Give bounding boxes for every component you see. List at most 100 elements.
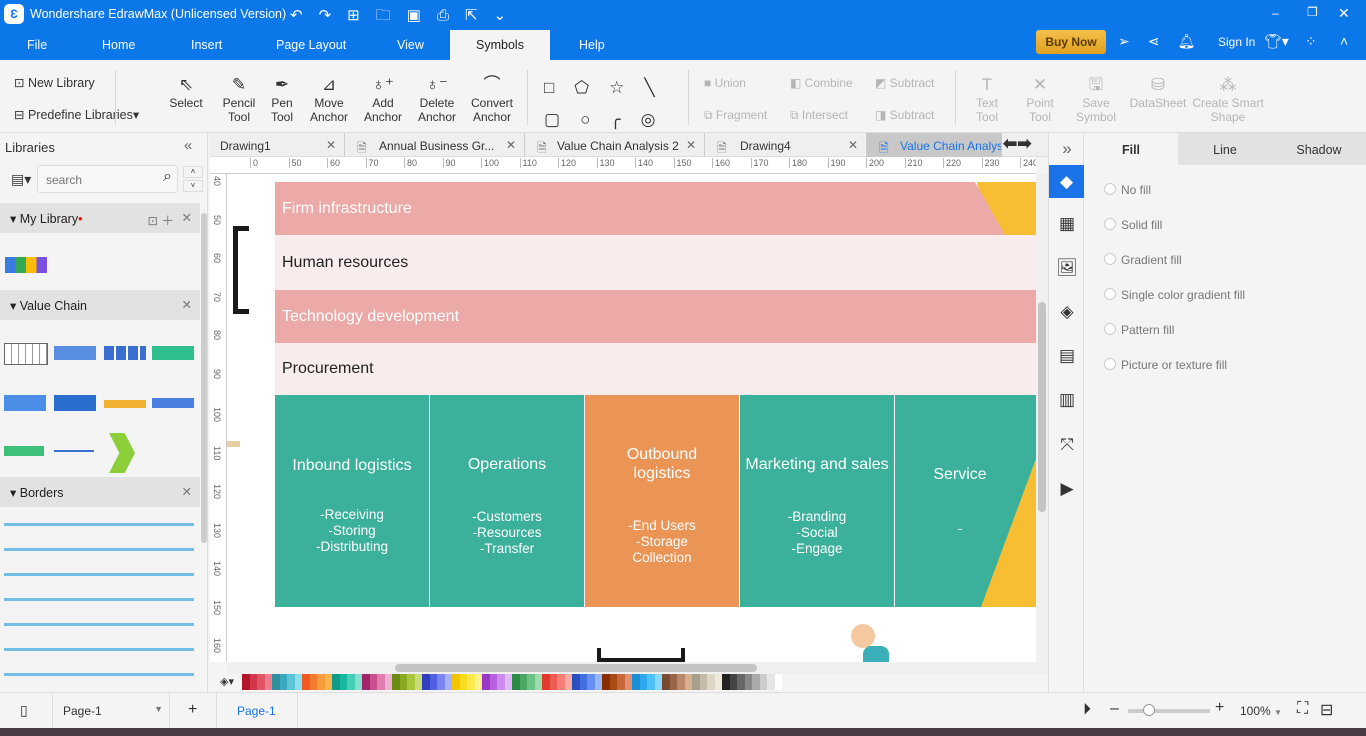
connector-icon[interactable]: ⤧ <box>1056 435 1078 457</box>
color-swatch[interactable] <box>677 674 685 690</box>
color-swatch[interactable] <box>737 674 745 690</box>
color-swatch[interactable] <box>774 674 782 690</box>
fit-width-icon[interactable]: ⊟ <box>1320 700 1333 720</box>
color-swatch[interactable] <box>309 674 317 690</box>
search-input[interactable]: search ⌕ <box>37 165 178 193</box>
primary-operations[interactable]: Operations -Customers -Resources -Transfe… <box>430 395 585 607</box>
pentagon-icon[interactable]: ⬠ <box>574 78 609 97</box>
star-icon[interactable]: ☆ <box>609 78 644 97</box>
color-swatch[interactable] <box>482 674 490 690</box>
send-icon[interactable]: ➢ <box>1118 33 1148 49</box>
color-swatch[interactable] <box>264 674 272 690</box>
quick-access-toolbar[interactable]: ↶↷⊞🗀▣⎙⇱⌄ <box>290 5 522 30</box>
primary-inbound-logistics[interactable]: Inbound logistics -Receiving -Storing -Di… <box>275 395 430 607</box>
tab-drawing4[interactable]: 🗎 Drawing4 ✕ <box>705 133 867 157</box>
bell-icon[interactable]: 🔔︎ <box>1177 33 1213 49</box>
color-swatch[interactable] <box>572 674 580 690</box>
image-icon[interactable]: 🖼︎ <box>1056 258 1078 280</box>
color-swatch[interactable] <box>684 674 692 690</box>
new-icon[interactable]: ⊞ <box>347 7 376 24</box>
color-swatch[interactable] <box>242 674 250 690</box>
color-swatch[interactable] <box>444 674 452 690</box>
color-swatch[interactable] <box>324 674 332 690</box>
color-swatch[interactable] <box>722 674 730 690</box>
color-swatch[interactable] <box>714 674 722 690</box>
subtract-button-2[interactable]: ◨ Subtract <box>875 108 934 122</box>
add-anchor-tool[interactable]: ♁⁺ Add Anchor <box>360 74 406 124</box>
sign-in-link[interactable]: Sign In <box>1218 35 1255 49</box>
color-swatch[interactable] <box>609 674 617 690</box>
save-icon[interactable]: ▣ <box>407 7 437 24</box>
org-icon[interactable]: ▥ <box>1056 390 1078 412</box>
spiral-icon[interactable]: ◎ <box>641 110 676 129</box>
library-menu-icon[interactable]: ▤▾ <box>11 171 31 188</box>
color-swatch[interactable] <box>392 674 400 690</box>
color-swatch[interactable] <box>377 674 385 690</box>
color-swatch[interactable] <box>512 674 520 690</box>
color-swatch[interactable] <box>639 674 647 690</box>
apps-icon[interactable]: ⁘ <box>1305 33 1317 50</box>
grid-icon[interactable]: ▦ <box>1056 214 1078 236</box>
add-page-button[interactable]: + <box>188 701 197 719</box>
move-anchor-tool[interactable]: ⊿ Move Anchor <box>306 74 352 124</box>
color-swatch[interactable] <box>354 674 362 690</box>
fragment-button[interactable]: ⧉ Fragment <box>704 108 767 123</box>
menu-symbols[interactable]: Symbols <box>450 30 550 60</box>
border-shapes[interactable] <box>4 518 194 683</box>
bracket-shape[interactable] <box>233 226 249 314</box>
fill-bucket-icon[interactable]: ◈▾ <box>220 675 234 691</box>
support-row-procurement[interactable]: Procurement <box>275 343 1036 395</box>
tab-drawing1[interactable]: Drawing1 ✕ <box>210 133 345 157</box>
rectangle-icon[interactable]: □ <box>544 78 574 97</box>
color-swatch[interactable] <box>647 674 655 690</box>
point-tool[interactable]: ✕ Point Tool <box>1019 74 1061 124</box>
borders-section[interactable]: ▾ Borders ✕ <box>0 477 200 507</box>
color-swatch[interactable] <box>504 674 512 690</box>
my-library-section[interactable]: ▾ My Library• ⊡ ＋ ✕ <box>0 203 200 233</box>
color-swatch[interactable] <box>699 674 707 690</box>
print-icon[interactable]: ⎙ <box>437 7 465 24</box>
color-swatch[interactable] <box>542 674 550 690</box>
collapse-panel-icon[interactable]: « <box>184 137 192 154</box>
color-swatch[interactable] <box>332 674 340 690</box>
color-swatch[interactable] <box>602 674 610 690</box>
color-swatch[interactable] <box>527 674 535 690</box>
support-row-technology-development[interactable]: Technology development <box>275 290 1036 343</box>
color-swatch[interactable] <box>707 674 715 690</box>
page-tab-page-1[interactable]: Page-1 <box>216 693 298 728</box>
color-swatch[interactable] <box>474 674 482 690</box>
tab-fill[interactable]: Fill <box>1084 133 1178 165</box>
close-button[interactable]: ✕ <box>1338 5 1350 22</box>
radio-single-color-gradient-fill[interactable]: Single color gradient fill <box>1104 288 1245 302</box>
color-swatch[interactable] <box>347 674 355 690</box>
save-symbol-button[interactable]: 🖫 Save Symbol <box>1074 74 1118 124</box>
tab-shadow[interactable]: Shadow <box>1272 133 1366 165</box>
color-swatch[interactable] <box>414 674 422 690</box>
tab-scroll-arrows[interactable]: ⬅➡ <box>1003 134 1032 154</box>
share-icon[interactable]: ⋖ <box>1148 33 1178 49</box>
search-icon[interactable]: ⌕ <box>163 168 172 186</box>
pencil-tool[interactable]: ✎ Pencil Tool <box>219 74 259 124</box>
zoom-out-button[interactable]: – <box>1110 700 1119 718</box>
color-swatch[interactable] <box>654 674 662 690</box>
color-swatch[interactable] <box>744 674 752 690</box>
color-swatch[interactable] <box>279 674 287 690</box>
color-swatch[interactable] <box>564 674 572 690</box>
color-swatch[interactable] <box>317 674 325 690</box>
value-chain-shapes[interactable] <box>4 338 194 478</box>
customize-icon[interactable]: ⌄ <box>494 7 523 24</box>
color-swatch[interactable] <box>579 674 587 690</box>
layers-icon[interactable]: ◈ <box>1056 302 1078 324</box>
radio-solid-fill[interactable]: Solid fill <box>1104 218 1162 232</box>
convert-anchor-tool[interactable]: ⌒ Convert Anchor <box>468 74 516 124</box>
rounded-rectangle-icon[interactable]: ▢ <box>544 110 580 129</box>
open-folder-icon[interactable]: 🗀 <box>376 7 407 24</box>
color-swatch[interactable] <box>362 674 370 690</box>
predefine-libraries-button[interactable]: ⊟ Predefine Libraries▾ <box>14 107 139 122</box>
color-swatch[interactable] <box>489 674 497 690</box>
scroll-up-button[interactable]: ˄ <box>183 166 203 178</box>
combine-button[interactable]: ◧ Combine <box>790 76 853 90</box>
color-swatch[interactable] <box>399 674 407 690</box>
color-swatch[interactable] <box>534 674 542 690</box>
color-swatch[interactable] <box>497 674 505 690</box>
